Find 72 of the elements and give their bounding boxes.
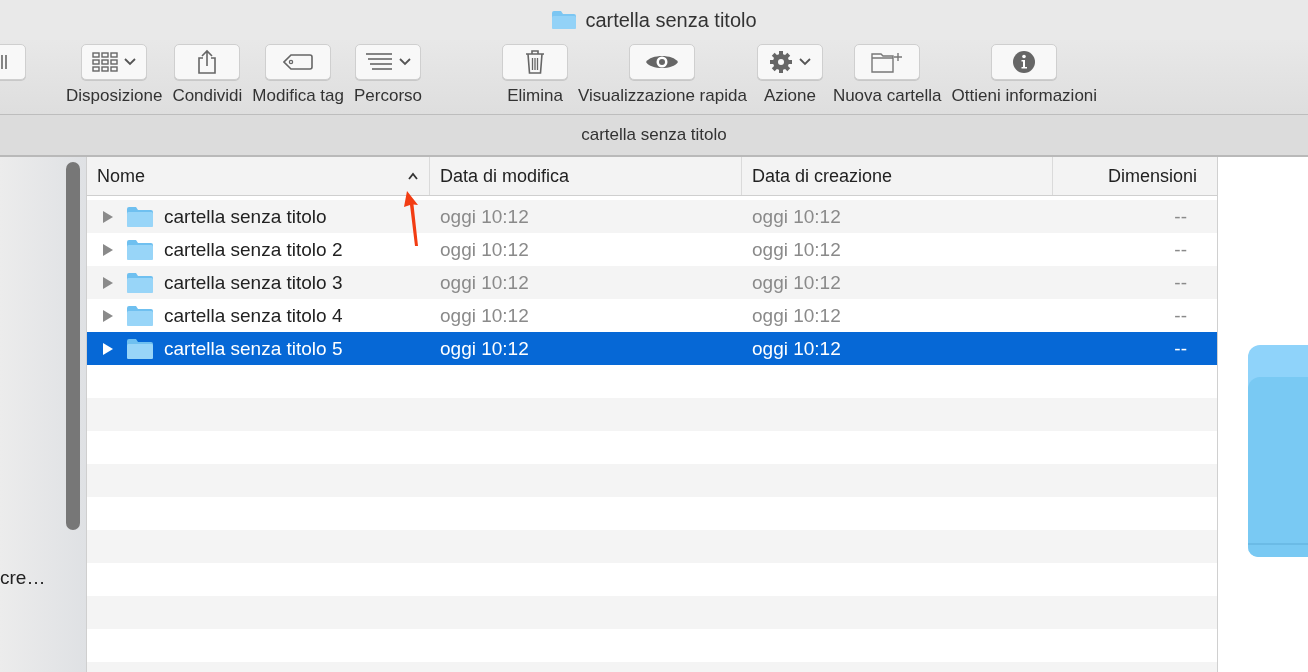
list-icon (365, 52, 393, 72)
file-name: cartella senza titolo 2 (164, 238, 343, 261)
toolbar-button[interactable] (756, 44, 823, 80)
toolbar-label: Visualizzazione rapida (578, 86, 747, 106)
toolbar-label: Ottieni informazioni (951, 86, 1098, 106)
modified-date: oggi 10:12 (440, 238, 529, 261)
toolbar-button[interactable] (991, 44, 1058, 80)
created-date: oggi 10:12 (752, 304, 841, 327)
toolbar-label: Nuova cartella (832, 86, 942, 106)
disclosure-triangle-icon[interactable] (102, 341, 114, 356)
toolbar-button[interactable] (355, 44, 421, 80)
created-date: oggi 10:12 (752, 205, 841, 228)
new-folder-icon (871, 51, 904, 73)
gear-icon (768, 50, 793, 74)
toolbar-label: Elimina (507, 86, 563, 106)
file-row[interactable]: cartella senza titolo 3 oggi 10:12 oggi 10:12 -- (87, 266, 1217, 299)
disclosure-triangle-icon[interactable] (102, 308, 114, 323)
trash-icon (524, 49, 547, 75)
toolbar-button[interactable] (265, 44, 332, 80)
file-row[interactable]: cartella senza titolo 5 oggi 10:12 oggi 10:12 -- (87, 332, 1217, 365)
toolbar-label: Azione (763, 86, 816, 106)
modified-date: oggi 10:12 (440, 271, 529, 294)
toolbar-button[interactable] (854, 44, 921, 80)
file-row[interactable]: cartella senza titolo oggi 10:12 oggi 10:12 -- (87, 200, 1217, 233)
info-icon (1012, 50, 1037, 74)
scrollbar-thumb[interactable] (66, 162, 80, 530)
modified-date: oggi 10:12 (440, 304, 529, 327)
folder-icon (126, 205, 154, 228)
file-name: cartella senza titolo 5 (164, 337, 343, 360)
folder-icon (126, 238, 154, 261)
folder-icon (126, 271, 154, 294)
sort-ascending-icon (407, 172, 419, 180)
toolbar-label: Condividi (172, 86, 243, 106)
created-date: oggi 10:12 (752, 271, 841, 294)
disclosure-triangle-icon[interactable] (102, 275, 114, 290)
column-header[interactable]: Dimensioni (1053, 157, 1217, 195)
toolbar-button[interactable] (629, 44, 696, 80)
file-name: cartella senza titolo 3 (164, 271, 343, 294)
created-date: oggi 10:12 (752, 238, 841, 261)
sidebar-item[interactable]: cre… (0, 567, 46, 589)
chevron-down-icon (798, 58, 811, 66)
path-bar-title: cartella senza titolo (581, 125, 727, 145)
folder-preview-icon (1248, 345, 1308, 557)
toolbar-button[interactable] (502, 44, 569, 80)
file-size: -- (1174, 238, 1187, 261)
toolbar-button[interactable] (81, 44, 148, 80)
column-header[interactable]: Data di creazione (742, 157, 1053, 195)
folder-icon (551, 10, 578, 30)
file-name: cartella senza titolo 4 (164, 304, 343, 327)
file-size: -- (1174, 304, 1187, 327)
file-size: -- (1174, 271, 1187, 294)
toolbar-label: Disposizione (66, 86, 163, 106)
created-date: oggi 10:12 (752, 337, 841, 360)
file-size: -- (1174, 337, 1187, 360)
chevron-down-icon (124, 58, 137, 66)
folder-icon (126, 304, 154, 327)
share-icon (196, 49, 219, 75)
disclosure-triangle-icon[interactable] (102, 242, 114, 257)
file-size: -- (1174, 205, 1187, 228)
chevron-down-icon (399, 58, 411, 66)
modified-date: oggi 10:12 (440, 337, 529, 360)
folder-icon (126, 337, 154, 360)
column-header[interactable]: Data di modifica (430, 157, 742, 195)
grid-icon (92, 51, 119, 73)
toolbar-label: Percorso (354, 86, 423, 106)
disclosure-triangle-icon[interactable] (102, 209, 114, 224)
window-title: cartella senza titolo (585, 8, 757, 32)
file-name: cartella senza titolo (164, 205, 327, 228)
modified-date: oggi 10:12 (440, 205, 529, 228)
toolbar-label: Modifica tag (252, 86, 344, 106)
toolbar-button[interactable] (174, 44, 241, 80)
tag-icon (283, 53, 314, 71)
